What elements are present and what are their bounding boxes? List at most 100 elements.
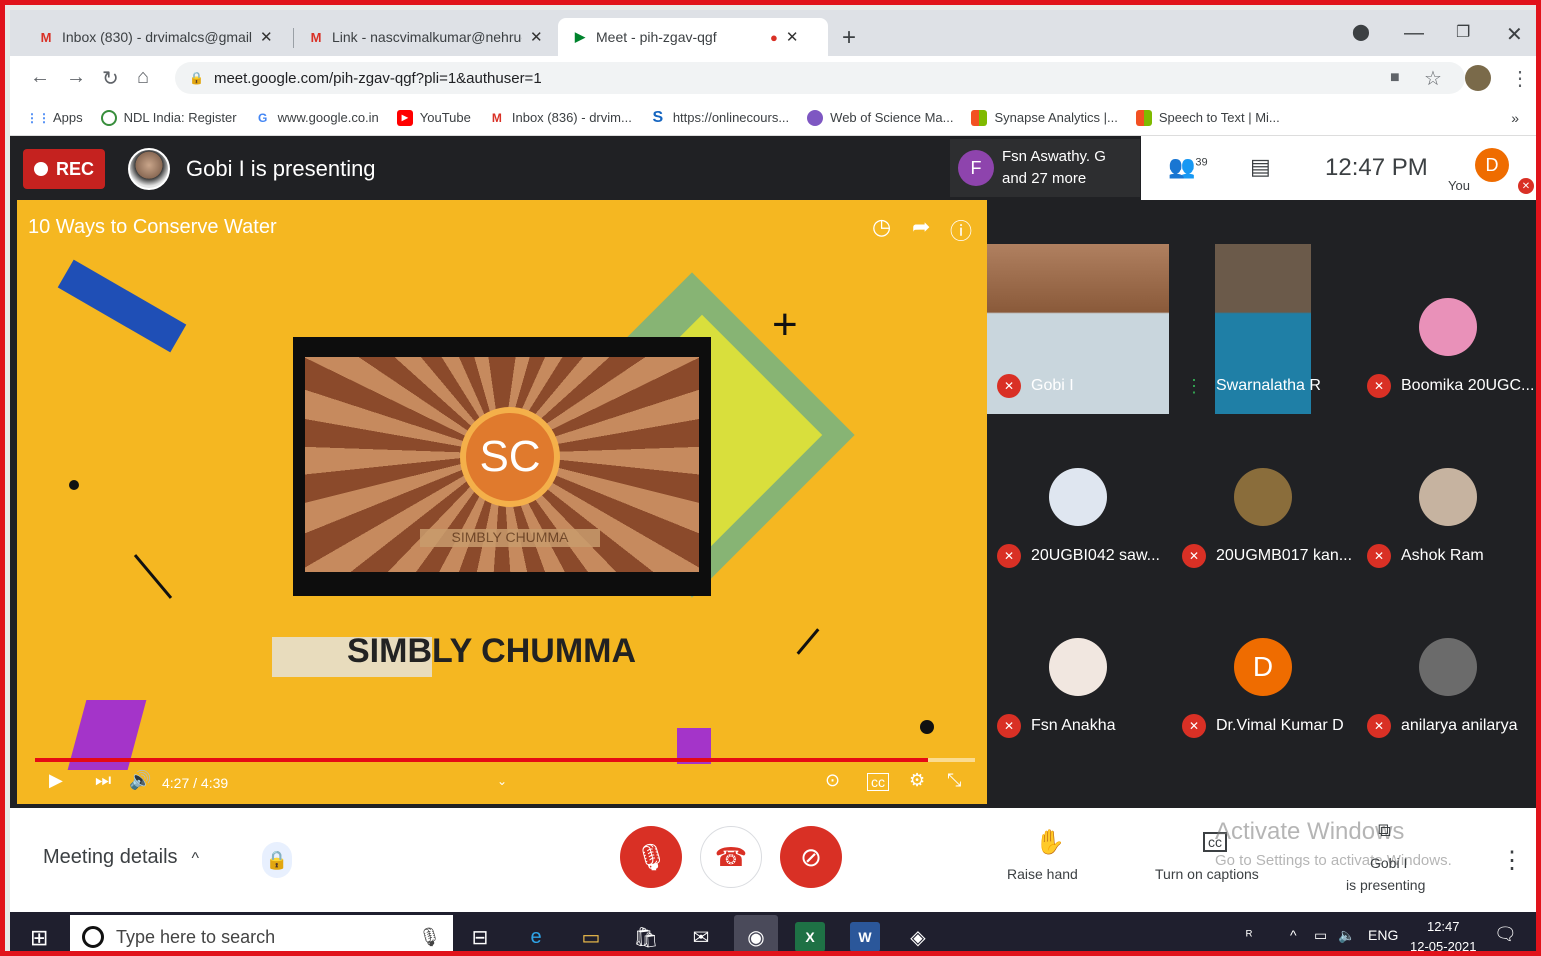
language-indicator[interactable]: ENG (1368, 927, 1398, 943)
edge-icon[interactable]: e (521, 922, 551, 951)
avatar: D (1234, 638, 1292, 696)
participant-tile[interactable]: D ✕ Dr.Vimal Kumar D (1172, 584, 1352, 752)
exit-fullscreen-icon[interactable]: ⤡ (947, 770, 961, 791)
people-icon[interactable]: 👥39 (1168, 154, 1208, 180)
bookmark-synapse[interactable]: Synapse Analytics |... (971, 109, 1118, 126)
new-tab-button[interactable]: + (842, 24, 856, 52)
notifications-icon[interactable]: 🗨 (1494, 924, 1517, 945)
url-field[interactable]: 🔒 meet.google.com/pih-zgav-qgf?pli=1&aut… (175, 62, 1465, 94)
tab-meet[interactable]: ▶ Meet - pih-zgav-qgf ● ✕ (558, 18, 828, 56)
mic-icon[interactable]: 🎙 (418, 927, 441, 948)
participant-tile[interactable]: ✕ Boomika 20UGC... (1357, 244, 1536, 412)
back-icon[interactable]: ← (30, 66, 50, 89)
bookmark-speech[interactable]: Speech to Text | Mi... (1135, 109, 1280, 126)
gmail-icon: M (491, 110, 502, 125)
bookmark-onlinecourses[interactable]: Shttps://onlinecours... (650, 109, 790, 126)
captions-icon[interactable]: cc (867, 773, 889, 791)
app-icon[interactable]: ◈ (903, 922, 933, 951)
bookmark-label: https://onlinecours... (672, 110, 790, 125)
bookmark-ndl[interactable]: NDL India: Register (100, 109, 237, 126)
participant-tile[interactable]: ✕ 20UGMB017 kan... (1172, 414, 1352, 582)
bookmark-label: YouTube (419, 110, 471, 125)
tab-gmail-inbox[interactable]: M Inbox (830) - drvimalcs@gmail.c ✕ (24, 18, 287, 56)
minimize-button[interactable]: — (1404, 22, 1424, 45)
share-icon[interactable]: ➦ (912, 214, 930, 240)
self-avatar[interactable]: D (1475, 148, 1509, 182)
tab-gmail-link[interactable]: M Link - nascvimalkumar@nehruco ✕ (294, 18, 557, 56)
presenter-avatar (128, 148, 170, 190)
store-icon[interactable]: 🛍 (631, 922, 661, 951)
word-icon[interactable]: W (850, 922, 880, 951)
tray-chevron-icon[interactable]: ^ (1290, 927, 1297, 943)
apps-grid-icon: ⋮⋮ (26, 110, 50, 125)
camera-off-button[interactable]: ⊘ (780, 826, 842, 888)
more-bookmarks-icon[interactable]: » (1511, 110, 1519, 126)
menu-icon[interactable]: ⋮ (1510, 66, 1530, 91)
settings-gear-icon[interactable]: ⚙ (909, 770, 925, 791)
file-explorer-icon[interactable]: ▭ (576, 922, 606, 951)
volume-icon[interactable]: 🔊 (129, 770, 151, 791)
mic-off-button[interactable]: 🎙 (620, 826, 682, 888)
next-icon[interactable]: ⏭ (95, 770, 111, 791)
more-options-icon[interactable]: ⋮ (1500, 846, 1524, 875)
info-icon[interactable]: ⓘ (950, 214, 972, 246)
muted-indicator-icon: ✕ (1518, 178, 1534, 194)
windows-start-icon[interactable]: ⊞ (30, 925, 48, 951)
bookmark-google[interactable]: Gwww.google.co.in (255, 110, 379, 126)
participant-tile[interactable]: ⋮ Swarnalatha R (1172, 244, 1352, 414)
speaker-icon[interactable]: 🔈 (1338, 927, 1355, 944)
people-tray-icon[interactable]: ᴿ (1246, 927, 1252, 943)
close-icon[interactable]: ✕ (260, 28, 273, 46)
people-summary[interactable]: F Fsn Aswathy. G and 27 more (950, 139, 1140, 197)
bookmark-youtube[interactable]: ▶ YouTube (396, 109, 471, 126)
raise-hand-label[interactable]: Raise hand (1007, 866, 1078, 882)
lock-icon: 🔒 (189, 71, 204, 85)
close-icon[interactable]: ✕ (530, 28, 543, 46)
chrome-icon[interactable]: ◉ (734, 915, 778, 951)
autoplay-toggle[interactable]: ⊙ (825, 770, 840, 791)
tab-title: Meet - pih-zgav-qgf (596, 29, 717, 45)
camera-icon[interactable]: ■ (1390, 69, 1400, 87)
bookmark-label: Web of Science Ma... (830, 110, 954, 125)
taskbar-clock[interactable]: 12:47 12-05-2021 (1410, 917, 1477, 951)
present-now-icon[interactable]: ⧉ (1378, 820, 1391, 841)
participant-tile[interactable]: ✕ Fsn Anakha (987, 584, 1167, 752)
close-icon[interactable]: ✕ (786, 28, 799, 46)
bookmark-wos[interactable]: Web of Science Ma... (807, 109, 954, 126)
close-window-button[interactable]: ✕ (1506, 22, 1523, 47)
avatar (1419, 298, 1477, 356)
mic-muted-icon: ✕ (1182, 544, 1206, 568)
bookmark-apps[interactable]: ⋮⋮ Apps (26, 110, 83, 126)
search-placeholder: Type here to search (116, 926, 276, 947)
bookmark-inbox[interactable]: M Inbox (836) - drvim... (489, 110, 632, 126)
forward-icon[interactable]: → (66, 66, 86, 89)
taskbar-search[interactable]: Type here to search 🎙 (70, 915, 453, 951)
profile-download-icon[interactable]: ⬤ (1352, 22, 1370, 42)
reload-icon[interactable]: ↻ (102, 66, 119, 91)
leave-call-button[interactable]: ☎ (700, 826, 762, 888)
excel-icon[interactable]: X (795, 922, 825, 951)
play-icon[interactable]: ▶ (49, 770, 63, 791)
home-icon[interactable]: ⌂ (137, 66, 149, 89)
participant-tile[interactable]: ✕ Gobi I (987, 244, 1169, 414)
meeting-details-button[interactable]: Meeting details ^ (43, 846, 199, 869)
presentation-video[interactable]: + 10 Ways to Conserve Water ◷ ➦ ⓘ SC SIM… (17, 200, 987, 804)
task-view-icon[interactable]: ⊟ (465, 922, 495, 951)
participant-tile[interactable]: ✕ Ashok Ram (1357, 414, 1536, 582)
battery-icon[interactable]: ▭ (1314, 927, 1327, 944)
raise-hand-icon[interactable]: ✋ (1035, 828, 1065, 857)
browser-tab-bar: M Inbox (830) - drvimalcs@gmail.c ✕ M Li… (10, 10, 1536, 56)
mail-icon[interactable]: ✉ (686, 922, 716, 951)
security-shield-icon[interactable]: 🔒 (262, 842, 292, 878)
restore-button[interactable]: ❐ (1456, 22, 1470, 42)
profile-avatar[interactable] (1465, 65, 1491, 91)
star-icon[interactable]: ☆ (1424, 66, 1442, 91)
participant-tile[interactable]: ✕ 20UGBI042 saw... (987, 414, 1167, 582)
video-progress-bar[interactable] (35, 758, 975, 762)
participant-tile[interactable]: ✕ anilarya anilarya (1357, 584, 1536, 752)
chat-icon[interactable]: ▤ (1250, 154, 1271, 180)
chevron-down-icon[interactable]: ⌄ (497, 774, 507, 788)
video-frame: SC SIMBLY CHUMMA (293, 337, 711, 596)
recording-badge: REC (23, 149, 105, 189)
watch-later-icon[interactable]: ◷ (872, 214, 891, 240)
